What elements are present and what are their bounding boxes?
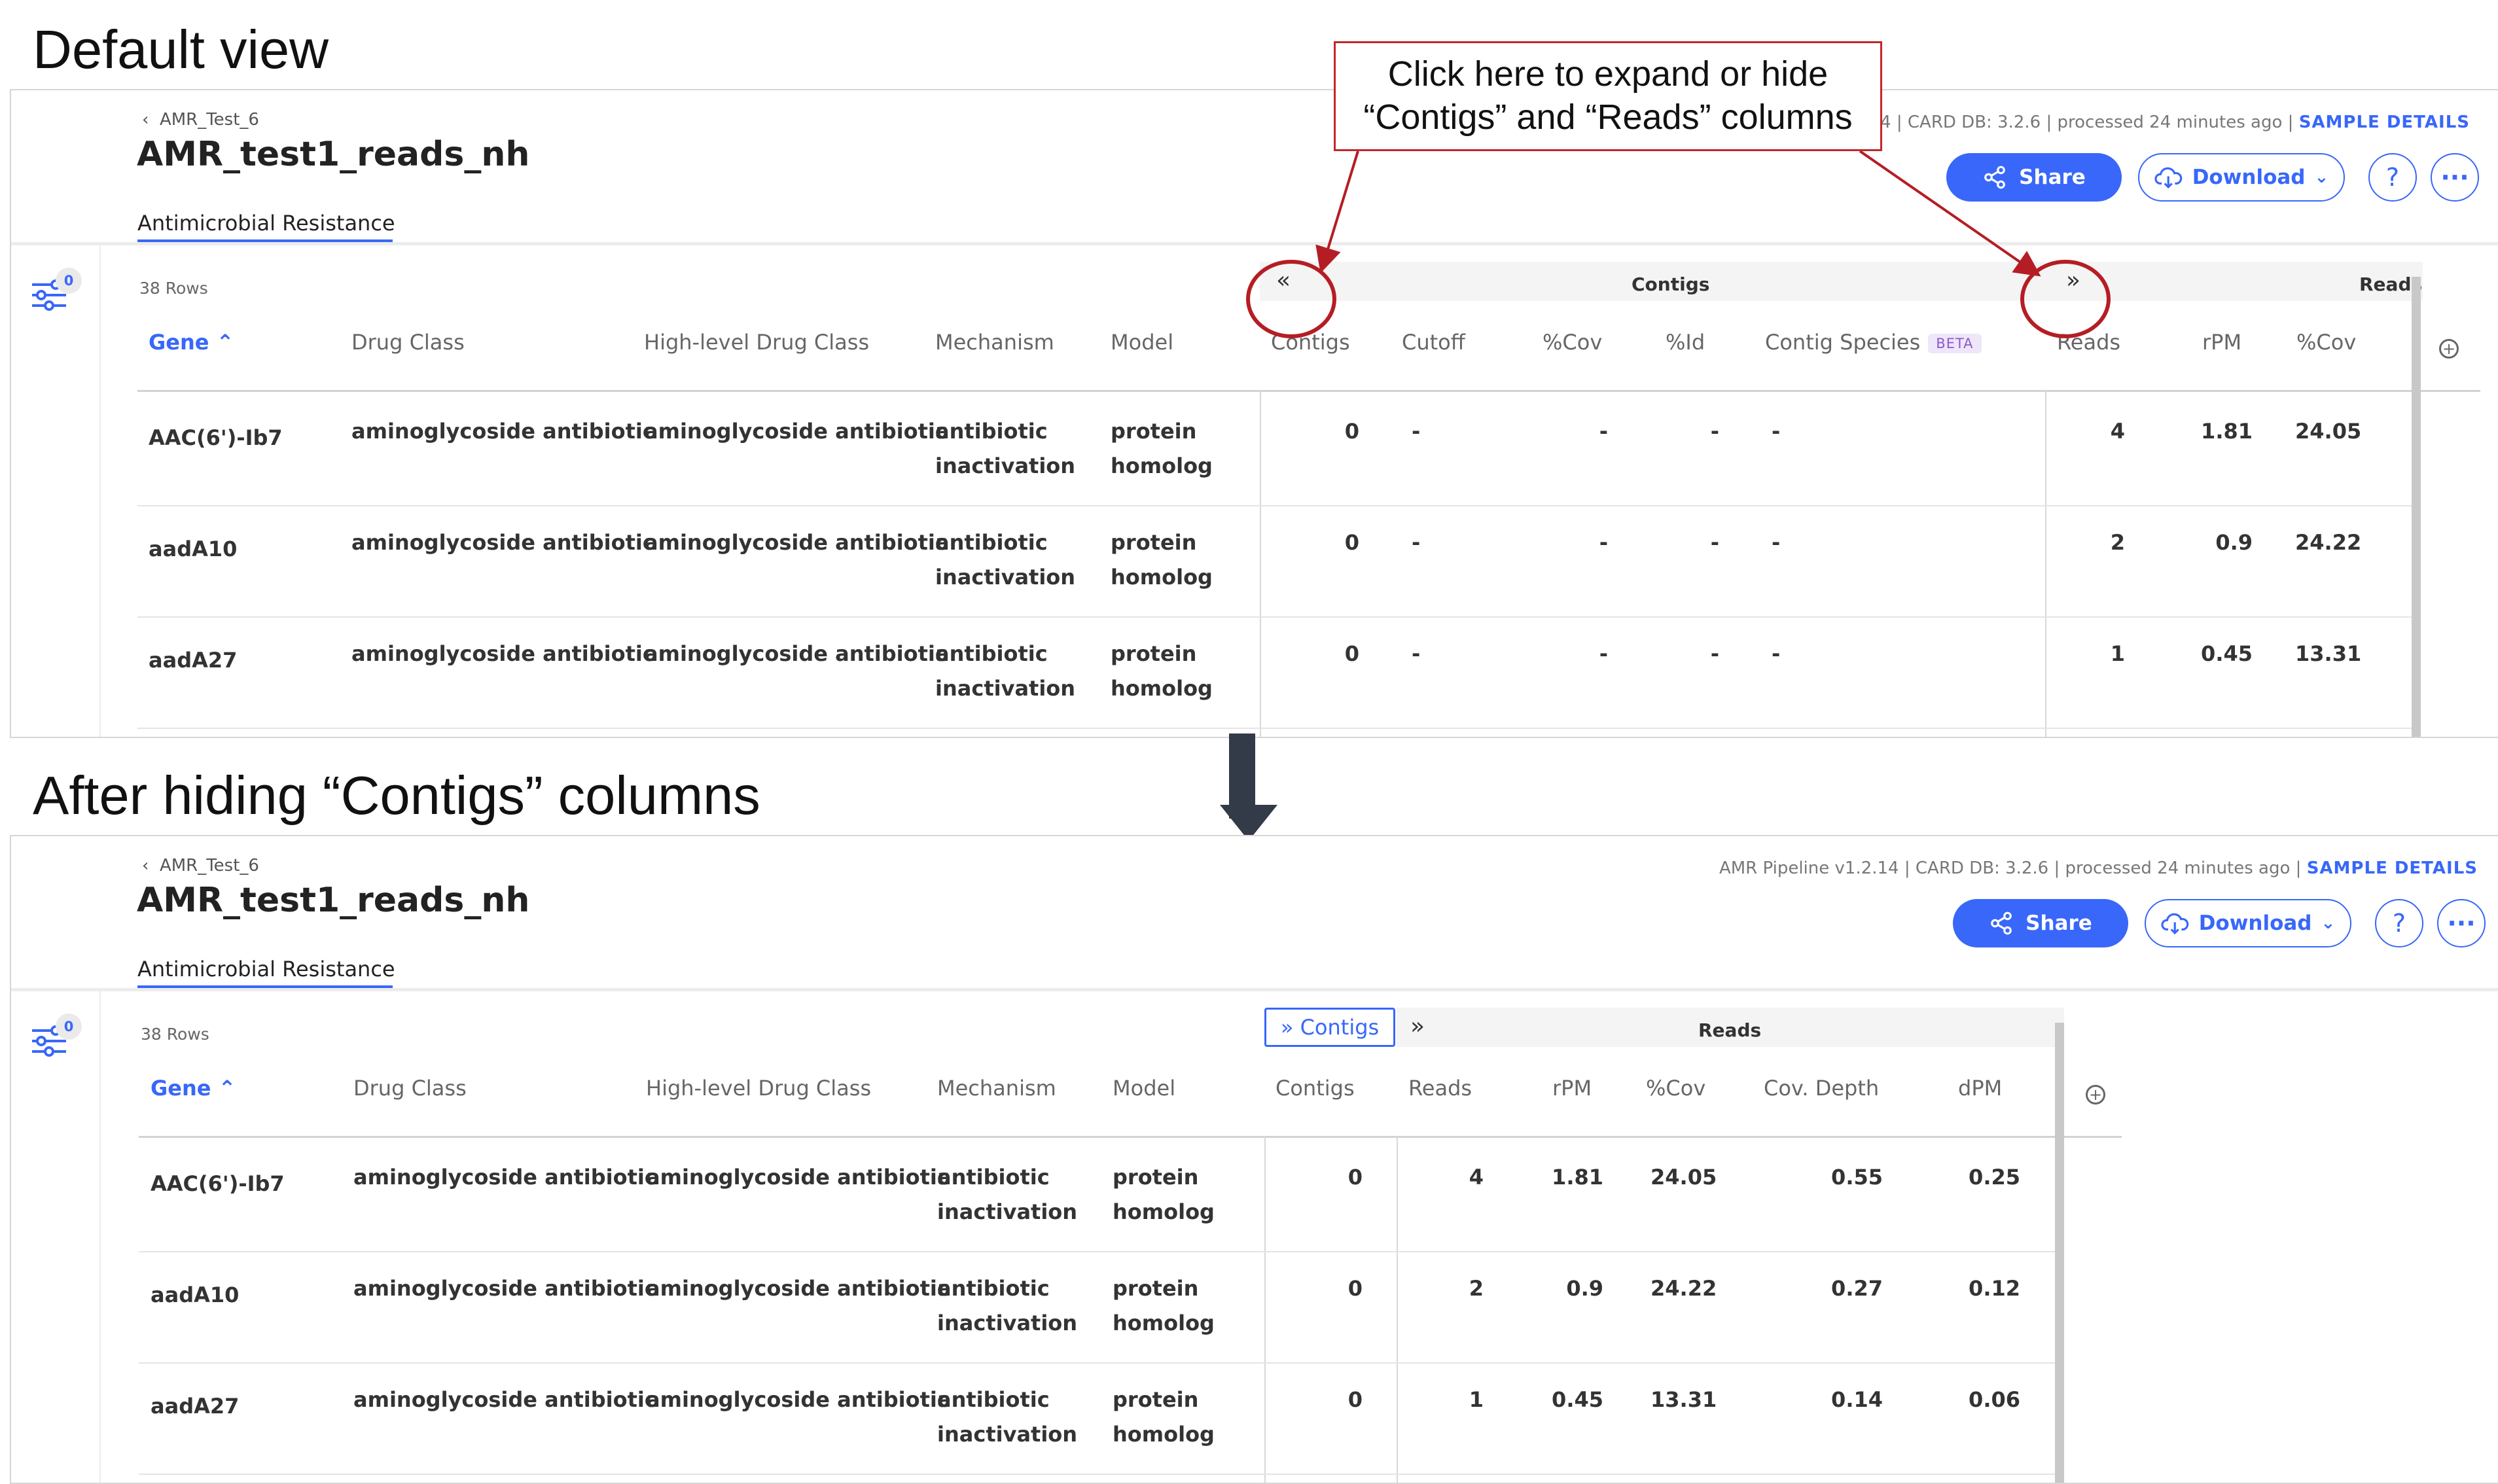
annotation-callout: Click here to expand or hide “Contigs” a…	[1334, 41, 1882, 151]
cell-model-line1: protein	[1113, 1165, 1199, 1190]
callout-arrow-left	[1315, 150, 1359, 274]
pipeline-meta: AMR Pipeline v1.2.14 | CARD DB: 3.2.6 | …	[1719, 858, 2478, 878]
cell-mechanism-line1: antibiotic	[937, 1276, 1050, 1301]
breadcrumb[interactable]: ‹ AMR_Test_6	[142, 856, 259, 875]
cell-cov-depth: 0.55	[1831, 1165, 1883, 1190]
col-header-drug-class[interactable]: Drug Class	[353, 1076, 467, 1101]
cell-model: protein homolog	[1113, 1160, 1215, 1229]
breadcrumb-label[interactable]: AMR_Test_6	[160, 856, 259, 875]
cell-mechanism: antibiotic inactivation	[937, 1271, 1077, 1341]
cell-contigs: 0	[1347, 1165, 1363, 1190]
share-icon	[1991, 911, 2012, 935]
cell-rpm: 0.45	[1552, 1387, 1603, 1412]
cell-drug-class: aminoglycoside antibiotic	[353, 1276, 657, 1301]
chevron-down-icon: ⌄	[2321, 913, 2336, 933]
cell-model-line1: protein	[1113, 1387, 1199, 1412]
cell-contigs: 0	[1347, 1276, 1363, 1301]
cell-reads-cov: 13.31	[1650, 1387, 1717, 1412]
share-button[interactable]: Share	[1953, 899, 2128, 947]
left-rail: 0	[11, 991, 101, 1483]
row-divider	[139, 1251, 2055, 1252]
reads-group-label: Reads	[1698, 1019, 1762, 1041]
help-button[interactable]: ?	[2375, 899, 2423, 947]
add-column-icon[interactable]: +	[2086, 1085, 2105, 1104]
col-header-rpm[interactable]: rPM	[1552, 1076, 1592, 1101]
vertical-scrollbar[interactable]	[2055, 1023, 2064, 1483]
cell-model-line1: protein	[1113, 1276, 1199, 1301]
cell-dpm: 0.12	[1969, 1276, 2020, 1301]
cell-high-level-drug-class: aminoglycoside antibiotic	[646, 1165, 950, 1190]
col-header-high-level-drug-class[interactable]: High-level Drug Class	[646, 1076, 871, 1101]
cell-contigs: 0	[1347, 1387, 1363, 1412]
cell-model: protein homolog	[1113, 1383, 1215, 1452]
after-hiding-panel: ‹ AMR_Test_6 AMR_test1_reads_nh Antimicr…	[10, 835, 2498, 1484]
contigs-column-separator	[1264, 1136, 1266, 1483]
cell-mechanism-line2: inactivation	[937, 1422, 1078, 1447]
table-header-divider	[139, 1136, 2122, 1138]
cell-mechanism: antibiotic inactivation	[937, 1383, 1077, 1452]
cell-reads: 4	[1469, 1165, 1484, 1190]
cell-gene[interactable]: AAC(6')-Ib7	[151, 1167, 285, 1201]
cell-gene[interactable]: aadA27	[151, 1389, 239, 1424]
col-header-cov-depth[interactable]: Cov. Depth	[1764, 1076, 1879, 1101]
col-header-dpm[interactable]: dPM	[1958, 1076, 2002, 1101]
cell-mechanism-line1: antibiotic	[937, 1165, 1050, 1190]
col-header-model[interactable]: Model	[1113, 1076, 1175, 1101]
rows-count: 38 Rows	[141, 1025, 209, 1044]
sample-header: ‹ AMR_Test_6 AMR_test1_reads_nh Antimicr…	[11, 836, 2498, 989]
sort-ascending-icon: ⌃	[218, 1076, 236, 1101]
cell-model-line2: homolog	[1113, 1199, 1215, 1224]
cloud-download-icon	[2161, 913, 2188, 935]
cell-model: protein homolog	[1113, 1271, 1215, 1341]
download-button[interactable]: Download ⌄	[2145, 899, 2351, 947]
download-label[interactable]: Download	[2199, 911, 2312, 935]
tab-antimicrobial-resistance[interactable]: Antimicrobial Resistance	[137, 957, 395, 981]
cell-reads-cov: 24.22	[1650, 1276, 1717, 1301]
callout-arrow-right	[1859, 150, 2041, 277]
cell-model-line2: homolog	[1113, 1422, 1215, 1447]
contigs-expand-toggle[interactable]: » Contigs	[1264, 1008, 1395, 1047]
sample-details-link[interactable]: SAMPLE DETAILS	[2307, 858, 2478, 878]
share-label[interactable]: Share	[2025, 911, 2092, 935]
pipeline-meta-text: AMR Pipeline v1.2.14 | CARD DB: 3.2.6 | …	[1719, 858, 2302, 878]
page-title: AMR_test1_reads_nh	[137, 881, 530, 920]
col-header-reads[interactable]: Reads	[1408, 1076, 1472, 1101]
callout-line1: Click here to expand or hide	[1387, 54, 1829, 94]
cell-dpm: 0.06	[1969, 1387, 2020, 1412]
cell-rpm: 0.9	[1566, 1276, 1603, 1301]
cell-reads: 2	[1469, 1276, 1484, 1301]
cell-drug-class: aminoglycoside antibiotic	[353, 1387, 657, 1412]
col-header-gene-label[interactable]: Gene	[151, 1076, 211, 1101]
callout-arrows	[1315, 150, 2041, 277]
expand-reads-chevron[interactable]: »	[1410, 1013, 1425, 1040]
filter-count-badge: 0	[56, 1014, 82, 1040]
cell-reads-cov: 24.05	[1650, 1165, 1717, 1190]
reads-column-separator	[1397, 1136, 1398, 1483]
cell-gene[interactable]: aadA10	[151, 1278, 239, 1313]
cell-cov-depth: 0.27	[1831, 1276, 1883, 1301]
cell-mechanism-line1: antibiotic	[937, 1387, 1050, 1412]
cell-model-line2: homolog	[1113, 1311, 1215, 1335]
callout-line2: “Contigs” and “Reads” columns	[1363, 97, 1853, 137]
cell-mechanism-line2: inactivation	[937, 1199, 1078, 1224]
cell-high-level-drug-class: aminoglycoside antibiotic	[646, 1276, 950, 1301]
more-options-button[interactable]: ···	[2437, 899, 2486, 947]
after-hiding-title: After hiding “Contigs” columns	[33, 765, 760, 826]
header-divider	[11, 988, 2498, 991]
cell-high-level-drug-class: aminoglycoside antibiotic	[646, 1387, 950, 1412]
col-header-reads-cov[interactable]: %Cov	[1646, 1076, 1705, 1101]
cell-reads: 1	[1469, 1387, 1484, 1412]
cell-mechanism-line2: inactivation	[937, 1311, 1078, 1335]
cell-cov-depth: 0.14	[1831, 1387, 1883, 1412]
cell-dpm: 0.25	[1969, 1165, 2020, 1190]
col-header-mechanism[interactable]: Mechanism	[937, 1076, 1056, 1101]
row-divider	[139, 1474, 2055, 1475]
col-header-contigs[interactable]: Contigs	[1276, 1076, 1355, 1101]
cell-mechanism: antibiotic inactivation	[937, 1160, 1077, 1229]
cell-rpm: 1.81	[1552, 1165, 1603, 1190]
cell-drug-class: aminoglycoside antibiotic	[353, 1165, 657, 1190]
col-header-gene[interactable]: Gene ⌃	[151, 1076, 236, 1101]
row-divider	[139, 1362, 2055, 1364]
